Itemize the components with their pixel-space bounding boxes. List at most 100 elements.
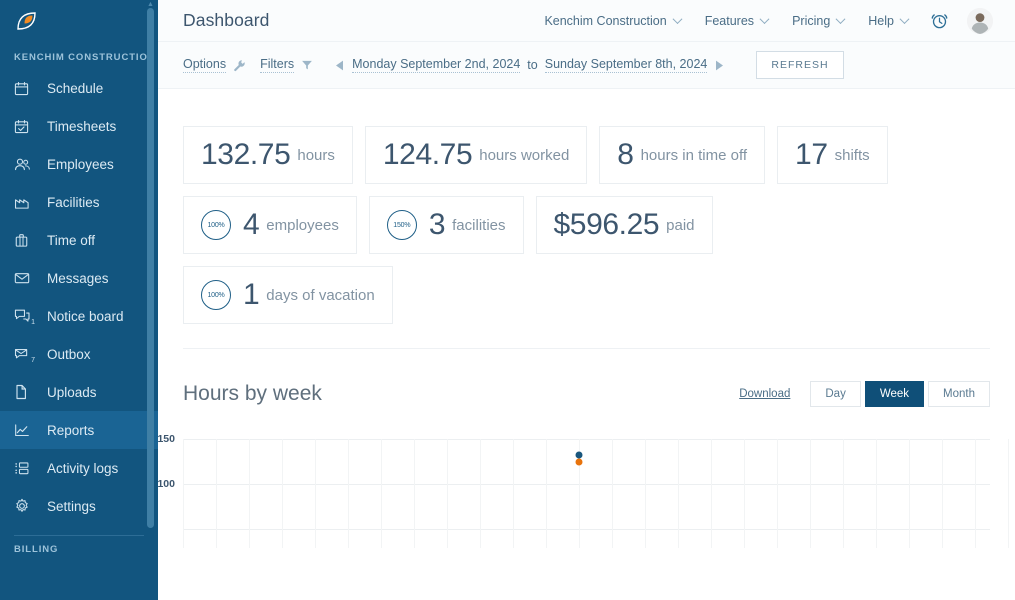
envelope-icon xyxy=(14,268,36,288)
triangle-right-icon xyxy=(716,60,724,70)
stat-card-time-off[interactable]: 8 hours in time off xyxy=(599,126,766,184)
sidebar-item-time-off[interactable]: Time off xyxy=(0,221,158,259)
gridline-v xyxy=(711,439,712,548)
sidebar-item-messages[interactable]: Messages xyxy=(0,259,158,297)
outbox-icon: 7 xyxy=(14,344,36,364)
sidebar-item-schedule[interactable]: Schedule xyxy=(0,69,158,107)
page-title: Dashboard xyxy=(183,10,270,30)
app-root: KENCHIM CONSTRUCTION Schedule Timesheets… xyxy=(0,0,1015,600)
gridline-v xyxy=(1008,439,1009,548)
nav-item-organization[interactable]: Kenchim Construction xyxy=(532,14,692,28)
sidebar: KENCHIM CONSTRUCTION Schedule Timesheets… xyxy=(0,0,158,600)
stat-card-vacation[interactable]: 100% 1 days of vacation xyxy=(183,266,393,324)
sidebar-item-label: Schedule xyxy=(47,80,104,96)
sidebar-item-employees[interactable]: Employees xyxy=(0,145,158,183)
date-prev-button[interactable] xyxy=(327,60,352,71)
gridline-v xyxy=(249,439,250,548)
nav-item-pricing[interactable]: Pricing xyxy=(780,14,856,28)
date-to[interactable]: Sunday September 8th, 2024 xyxy=(544,57,708,73)
stats-row-3: 100% 1 days of vacation xyxy=(183,266,1015,324)
sidebar-item-notice-board[interactable]: 1 Notice board xyxy=(0,297,158,335)
stat-value: 3 xyxy=(428,208,446,241)
gridline-v xyxy=(876,439,877,548)
sidebar-item-label: Outbox xyxy=(47,346,91,362)
filter-bar: Options Filters Monday September 2nd, 20… xyxy=(158,42,1015,89)
sidebar-item-label: Reports xyxy=(47,422,95,438)
stat-unit: hours in time off xyxy=(640,146,748,164)
gridline-v xyxy=(447,439,448,548)
date-from[interactable]: Monday September 2nd, 2024 xyxy=(352,57,521,73)
data-point-hours[interactable] xyxy=(575,451,583,458)
file-icon xyxy=(14,382,36,402)
gridline-v xyxy=(282,439,283,548)
gridline-v xyxy=(612,439,613,548)
gridline-v xyxy=(843,439,844,548)
stat-card-paid[interactable]: $596.25 paid xyxy=(535,196,713,254)
stat-unit: facilities xyxy=(452,216,506,234)
nav-item-features[interactable]: Features xyxy=(693,14,780,28)
factory-icon xyxy=(14,192,36,212)
sidebar-item-facilities[interactable]: Facilities xyxy=(0,183,158,221)
stats-row-2: 100% 4 employees 150% 3 facilities $596.… xyxy=(183,196,1015,254)
stat-unit: hours xyxy=(297,146,335,164)
main-content: Dashboard Kenchim Construction Features … xyxy=(158,0,1015,600)
gridline-h xyxy=(183,484,990,485)
wrench-icon[interactable] xyxy=(233,59,246,72)
sidebar-item-reports[interactable]: Reports xyxy=(0,411,158,449)
calendar-check-icon xyxy=(14,116,36,136)
gridline-v xyxy=(777,439,778,548)
stat-card-hours[interactable]: 132.75 hours xyxy=(183,126,353,184)
stat-value: 124.75 xyxy=(382,138,473,171)
sidebar-item-label: Time off xyxy=(47,232,96,248)
range-week-button[interactable]: Week xyxy=(864,381,925,407)
sidebar-badge: 7 xyxy=(31,357,35,364)
alarm-clock-button[interactable] xyxy=(920,11,959,30)
data-point-hours-worked[interactable] xyxy=(575,458,583,466)
gridline-v xyxy=(513,439,514,548)
sidebar-scrollbar-thumb[interactable] xyxy=(147,8,154,528)
sidebar-item-outbox[interactable]: 7 Outbox xyxy=(0,335,158,373)
gridline-v xyxy=(678,439,679,548)
top-header: Dashboard Kenchim Construction Features … xyxy=(158,0,1015,42)
avatar-image xyxy=(967,7,993,34)
user-avatar[interactable] xyxy=(967,7,993,34)
gridline-v xyxy=(975,439,976,548)
gridline-v xyxy=(348,439,349,548)
funnel-icon[interactable] xyxy=(301,59,313,71)
y-axis-tick: 100 xyxy=(158,478,175,490)
progress-ring: 150% xyxy=(386,210,417,240)
options-link[interactable]: Options xyxy=(183,57,227,73)
stat-card-hours-worked[interactable]: 124.75 hours worked xyxy=(364,126,588,184)
nav-item-help[interactable]: Help xyxy=(856,14,920,28)
range-day-button[interactable]: Day xyxy=(810,381,861,407)
range-month-button[interactable]: Month xyxy=(928,381,990,407)
stat-card-facilities[interactable]: 150% 3 facilities xyxy=(368,196,524,254)
list-icon xyxy=(14,458,36,478)
leaf-logo-icon xyxy=(17,12,36,30)
sidebar-item-label: Settings xyxy=(47,498,96,514)
stat-card-shifts[interactable]: 17 shifts xyxy=(777,126,888,184)
app-logo[interactable] xyxy=(0,0,158,44)
sidebar-item-label: Messages xyxy=(47,270,109,286)
download-link[interactable]: Download xyxy=(739,388,790,400)
stat-value: 1 xyxy=(243,278,260,311)
progress-ring: 100% xyxy=(201,280,231,310)
sidebar-item-activity-logs[interactable]: Activity logs xyxy=(0,449,158,487)
sidebar-item-uploads[interactable]: Uploads xyxy=(0,373,158,411)
chevron-down-icon xyxy=(759,14,770,25)
chart-line-icon xyxy=(14,420,36,440)
people-icon xyxy=(14,154,36,174)
date-next-button[interactable] xyxy=(707,60,732,71)
chart-title: Hours by week xyxy=(183,382,322,405)
stat-value: 4 xyxy=(243,208,260,241)
chevron-down-icon xyxy=(835,14,846,25)
gridline-v xyxy=(942,439,943,548)
ring-percent: 150% xyxy=(393,221,411,229)
sidebar-item-settings[interactable]: Settings xyxy=(0,487,158,525)
sidebar-item-timesheets[interactable]: Timesheets xyxy=(0,107,158,145)
gridline-v xyxy=(216,439,217,548)
calendar-icon xyxy=(14,78,36,98)
refresh-button[interactable]: REFRESH xyxy=(756,51,844,79)
stat-card-employees[interactable]: 100% 4 employees xyxy=(183,196,357,254)
filters-link[interactable]: Filters xyxy=(260,57,295,73)
